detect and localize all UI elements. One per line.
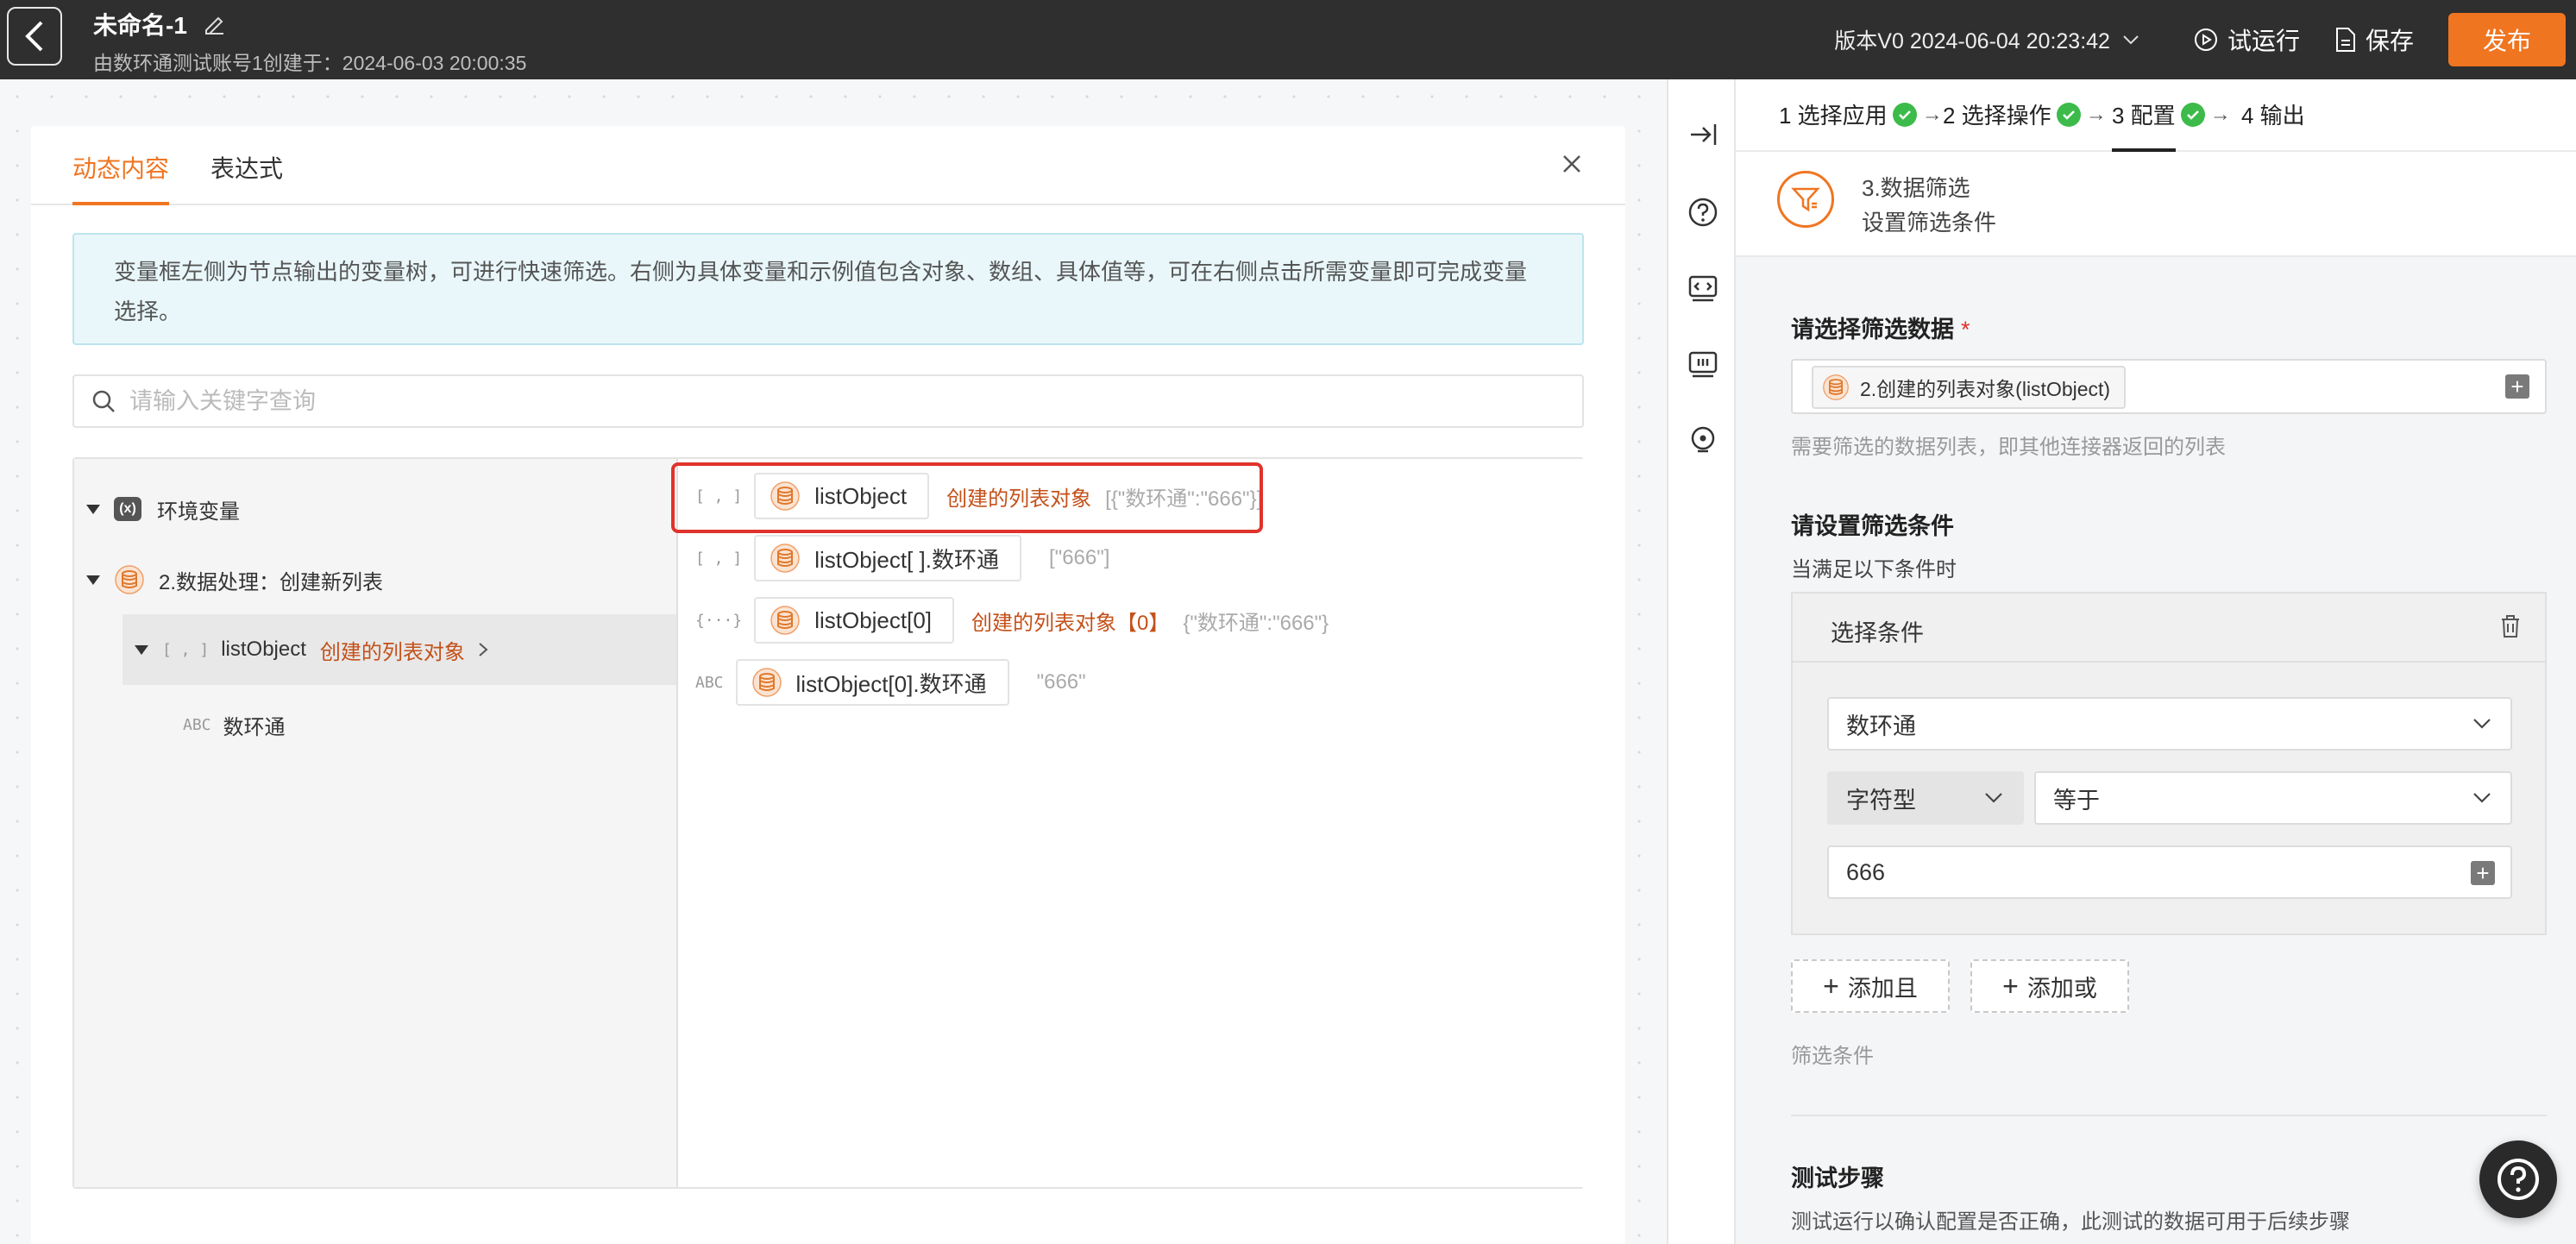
add-variable-icon[interactable]: + <box>2505 374 2529 399</box>
tree-item-node[interactable]: 2.数据处理：创建新列表 <box>86 561 383 599</box>
variable-tree: (x) 环境变量 2.数据处理：创建新列表 [ , ] listObject 创… <box>74 459 678 1187</box>
filter-data-input[interactable]: 2.创建的列表对象(listObject) + <box>1791 359 2547 414</box>
tree-item-env[interactable]: (x) 环境变量 <box>86 492 240 526</box>
database-icon <box>1823 374 1849 400</box>
filter-icon <box>1777 171 1834 228</box>
version-select[interactable]: 版本V0 2024-06-04 20:23:42 <box>1834 24 2139 55</box>
database-icon <box>770 606 800 635</box>
select-data-hint: 需要筛选的数据列表，即其他连接器返回的列表 <box>1791 436 2226 459</box>
condition-card-title: 选择条件 <box>1831 620 1924 646</box>
location-pin-icon[interactable] <box>1686 423 1720 457</box>
tab-expression[interactable]: 表达式 <box>210 150 283 185</box>
check-circle-icon <box>2056 102 2081 127</box>
value-input[interactable]: 666 + <box>1827 845 2512 899</box>
step-select-app[interactable]: 1 选择应用 → <box>1779 98 1943 130</box>
document-icon <box>2335 28 2355 52</box>
side-toolbar <box>1667 79 1736 1244</box>
select-data-label: 请选择筛选数据 * <box>1791 317 1970 342</box>
test-step-title: 测试步骤 <box>1791 1165 1884 1191</box>
back-button[interactable] <box>7 7 62 66</box>
step-subtitle: 设置筛选条件 <box>1862 210 1997 236</box>
trial-run-button[interactable]: 试运行 <box>2193 22 2300 57</box>
step-progress: 1 选择应用 → 2 选择操作 → 3 配置 → 4 输出 <box>1736 79 2576 152</box>
check-circle-icon <box>2180 102 2205 127</box>
chevron-down-icon <box>2123 35 2139 45</box>
highlight-annotation <box>671 462 1263 533</box>
chevron-down-icon <box>1985 793 2002 803</box>
question-icon <box>2497 1159 2539 1200</box>
selected-data-chip[interactable]: 2.创建的列表对象(listObject) <box>1812 366 2127 409</box>
condition-hint: 当满足以下条件时 <box>1791 558 1957 581</box>
variable-picker-modal: 动态内容 表达式 变量框左侧为节点输出的变量树，可进行快速筛选。右侧为具体变量和… <box>31 126 1625 1244</box>
variable-item[interactable]: {···} listObject[0] 创建的列表对象【0】 {"数环通":"6… <box>695 597 1329 644</box>
search-icon <box>92 390 115 412</box>
modal-tabs: 动态内容 表达式 <box>31 126 1625 205</box>
trash-icon[interactable] <box>2497 613 2524 640</box>
caret-down-icon[interactable] <box>86 504 100 514</box>
add-or-button[interactable]: + 添加或 <box>1970 959 2129 1013</box>
tab-dynamic-content[interactable]: 动态内容 <box>72 150 169 185</box>
plus-icon: + <box>1823 971 1839 1002</box>
plus-icon: + <box>2002 971 2019 1002</box>
section-divider <box>1791 1115 2547 1116</box>
top-bar: 未命名-1 由数环通测试账号1创建于：2024-06-03 20:00:35 版… <box>0 0 2576 79</box>
variable-item[interactable]: ABC listObject[0].数环通 "666" <box>695 659 1086 706</box>
variable-panel: (x) 环境变量 2.数据处理：创建新列表 [ , ] listObject 创… <box>72 457 1584 1189</box>
play-circle-icon <box>2194 28 2217 51</box>
add-variable-icon[interactable]: + <box>2471 861 2495 885</box>
app-title: 未命名-1 <box>93 7 225 41</box>
database-icon <box>770 543 800 573</box>
database-icon <box>751 668 782 697</box>
variable-chip[interactable]: listObject[0].数环通 <box>735 659 1009 706</box>
close-icon[interactable] <box>1555 147 1589 181</box>
add-and-button[interactable]: + 添加且 <box>1791 959 1950 1013</box>
variable-item[interactable]: [ , ] listObject[ ].数环通 ["666"] <box>695 535 1109 581</box>
tree-item-listobject[interactable]: [ , ] listObject 创建的列表对象 <box>123 614 676 685</box>
chevron-left-icon <box>25 21 43 52</box>
arrow-right-icon: → <box>2085 102 2107 126</box>
step-title: 3.数据筛选 <box>1862 175 1970 201</box>
help-button[interactable] <box>2479 1140 2557 1218</box>
chevron-down-icon <box>2473 719 2491 729</box>
active-tab-indicator <box>72 202 169 205</box>
condition-card-header: 选择条件 <box>1793 594 2545 663</box>
collapse-right-icon[interactable] <box>1686 117 1720 152</box>
config-panel: 1 选择应用 → 2 选择操作 → 3 配置 → 4 输出 3.数据筛选 设置筛… <box>1736 79 2576 1244</box>
chevron-down-icon <box>2473 793 2491 803</box>
search-input[interactable] <box>129 387 1510 415</box>
arrow-right-icon: → <box>2209 102 2231 126</box>
step-output[interactable]: 4 输出 <box>2241 98 2305 130</box>
check-circle-icon <box>1892 102 1917 127</box>
edit-icon[interactable] <box>203 13 225 35</box>
variable-list: [ , ] listObject 创建的列表对象 [{"数环通":"666"}]… <box>678 459 1584 1187</box>
field-select[interactable]: 数环通 <box>1827 697 2512 751</box>
operator-select[interactable]: 等于 <box>2034 771 2512 825</box>
variable-chip[interactable]: listObject[ ].数环通 <box>754 535 1022 581</box>
caret-down-icon[interactable] <box>86 575 100 585</box>
database-icon <box>115 565 144 594</box>
variable-x-icon: (x) <box>114 497 141 521</box>
flow-name: 未命名-1 <box>93 12 187 39</box>
type-select[interactable]: 字符型 <box>1827 771 2024 825</box>
variable-chip[interactable]: listObject[0] <box>754 597 955 644</box>
test-step-hint: 测试运行以确认配置是否正确，此测试的数据可用于后续步骤 <box>1791 1210 2350 1234</box>
save-button[interactable]: 保存 <box>2334 22 2414 57</box>
search-box[interactable] <box>72 374 1584 428</box>
chevron-right-icon <box>479 643 488 657</box>
step-select-action[interactable]: 2 选择操作 → <box>1943 98 2107 130</box>
step-config[interactable]: 3 配置 → <box>2112 98 2231 130</box>
monitor-icon[interactable] <box>1686 347 1720 381</box>
condition-card: 选择条件 数环通 字符型 等于 666 + <box>1791 592 2547 935</box>
step-header: 3.数据筛选 设置筛选条件 <box>1736 152 2576 257</box>
arrow-right-icon: → <box>1921 102 1943 126</box>
tree-item-field[interactable]: ABC 数环通 <box>183 707 286 742</box>
info-banner: 变量框左侧为节点输出的变量树，可进行快速筛选。右侧为具体变量和示例值包含对象、数… <box>72 233 1584 345</box>
filter-condition-hint: 筛选条件 <box>1791 1045 1874 1068</box>
publish-button[interactable]: 发布 <box>2448 13 2566 66</box>
code-icon[interactable] <box>1686 271 1720 305</box>
created-info: 由数环通测试账号1创建于：2024-06-03 20:00:35 <box>93 52 527 74</box>
condition-label: 请设置筛选条件 <box>1791 513 1954 539</box>
help-circle-icon[interactable] <box>1686 195 1720 229</box>
caret-down-icon[interactable] <box>135 644 148 655</box>
